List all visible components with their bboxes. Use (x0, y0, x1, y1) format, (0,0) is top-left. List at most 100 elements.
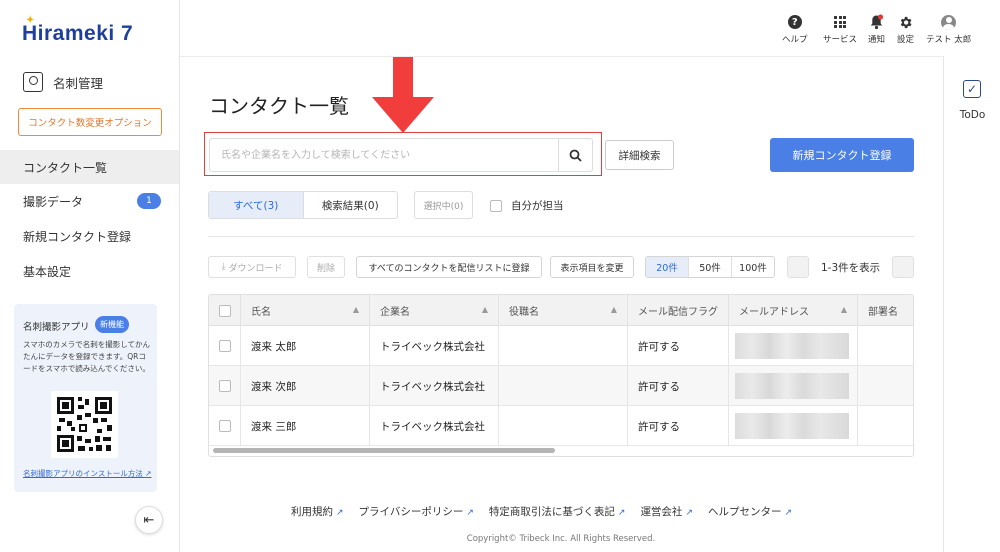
external-link-icon: ↗ (617, 508, 626, 518)
download-label: ダウンロード (228, 263, 283, 274)
column-header-email[interactable]: メールアドレス ▲ (729, 295, 858, 326)
new-contact-button[interactable]: 新規コンタクト登録 (770, 138, 914, 172)
advanced-search-button[interactable]: 詳細検索 (605, 140, 674, 170)
header-settings-label: 設定 (897, 35, 915, 45)
sort-up-icon: ▲ (840, 305, 847, 314)
sidebar-item-label: 撮影データ (23, 194, 84, 209)
search-field[interactable] (209, 138, 593, 172)
cell-department (858, 366, 913, 406)
external-link-icon: ↗ (336, 508, 344, 518)
section-divider (208, 236, 914, 237)
prev-page-button[interactable] (787, 256, 809, 278)
per-page-100[interactable]: 100件 (732, 257, 774, 277)
header-notifications-label: 通知 (868, 35, 886, 45)
delete-button[interactable]: 削除 (307, 256, 345, 278)
per-page-20[interactable]: 20件 (646, 257, 689, 277)
external-link-icon: ↗ (466, 508, 474, 518)
redacted-email (735, 373, 849, 399)
column-header-name[interactable]: 氏名 ▲ (241, 295, 370, 326)
header-services-label: サービス (823, 35, 858, 45)
column-header-title[interactable]: 役職名 ▲ (499, 295, 628, 326)
mine-filter[interactable]: 自分が担当 (490, 198, 564, 213)
cell-title (499, 326, 628, 366)
todo-label: ToDo (959, 109, 986, 121)
logo-spark-icon: ✦ (26, 15, 35, 26)
footer-link-label: 運営会社 (640, 506, 683, 518)
cell-name[interactable]: 渡来 次郎 (241, 366, 370, 406)
sidebar-item-photo-data[interactable]: 撮影データ 1 (0, 184, 179, 218)
horizontal-scrollbar[interactable] (213, 448, 555, 453)
user-icon (941, 14, 957, 30)
tab-search-results[interactable]: 検索結果(0) (302, 192, 398, 218)
cell-company: トライベック株式会社 (370, 366, 499, 406)
app-promo-description: スマホのカメラで名刺を撮影してかんたんにデータを登録できます。QRコードをスマホ… (23, 340, 151, 373)
header-services[interactable]: サービス (823, 14, 857, 45)
tab-all[interactable]: すべて(3) (209, 192, 303, 218)
page-title: コンタクト一覧 (209, 94, 349, 118)
brand-logo[interactable]: ✦ Hirameki 7 (22, 15, 134, 46)
business-card-icon (23, 72, 43, 92)
down-arrow-icon (372, 57, 434, 133)
table-row[interactable]: 渡来 太郎 トライベック株式会社 許可する (209, 326, 913, 366)
column-header-company[interactable]: 企業名 ▲ (370, 295, 499, 326)
row-checkbox[interactable] (219, 380, 231, 392)
search-button[interactable] (558, 139, 592, 171)
sidebar-item-new-contact[interactable]: 新規コンタクト登録 (0, 219, 179, 253)
sidebar-item-settings[interactable]: 基本設定 (0, 254, 179, 288)
section-title-label: 名刺管理 (53, 75, 104, 91)
column-header-label: メールアドレス (739, 307, 809, 318)
help-icon: ? (787, 15, 802, 29)
cell-name[interactable]: 渡来 太郎 (241, 326, 370, 366)
sidebar-item-label: 新規コンタクト登録 (23, 229, 132, 244)
app-promo-title: 名刺撮影アプリ (23, 322, 90, 333)
row-checkbox[interactable] (219, 420, 231, 432)
table-row[interactable]: 渡来 三郎 トライベック株式会社 許可する (209, 406, 913, 446)
gear-icon (898, 14, 913, 30)
sidebar: ✦ Hirameki 7 名刺管理 コンタクト数変更オプション コンタクト一覧 … (0, 0, 180, 552)
contact-option-button[interactable]: コンタクト数変更オプション (18, 108, 162, 136)
row-checkbox[interactable] (219, 340, 231, 352)
app-install-link-label: 名刺撮影アプリのインストール方法 (23, 469, 143, 478)
column-header-department[interactable]: 部署名 (858, 295, 913, 326)
per-page-50[interactable]: 50件 (689, 257, 732, 277)
footer-link-privacy[interactable]: プライバシーポリシー ↗ (359, 504, 474, 519)
header-settings[interactable]: 設定 (897, 14, 914, 45)
app-install-link[interactable]: 名刺撮影アプリのインストール方法 ↗ (23, 468, 152, 479)
footer-link-label: 特定商取引法に基づく表記 (488, 506, 615, 518)
register-all-button[interactable]: すべてのコンタクトを配信リストに登録 (356, 256, 542, 278)
footer-link-company[interactable]: 運営会社 ↗ (640, 504, 693, 519)
mine-checkbox[interactable] (490, 199, 502, 212)
collapse-arrow-icon: ⇤ (143, 512, 155, 528)
footer-link-commerce-law[interactable]: 特定商取引法に基づく表記 ↗ (489, 504, 626, 519)
footer-link-terms[interactable]: 利用規約 ↗ (291, 504, 344, 519)
cell-name[interactable]: 渡来 三郎 (241, 406, 370, 446)
external-link-icon: ↗ (685, 508, 693, 518)
selected-button[interactable]: 選択中(0) (414, 191, 473, 219)
sidebar-item-contacts[interactable]: コンタクト一覧 (0, 150, 179, 184)
collapse-sidebar-button[interactable]: ⇤ (135, 506, 163, 534)
column-header-mail-flag[interactable]: メール配信フラグ (628, 295, 729, 326)
next-page-button[interactable] (892, 256, 914, 278)
todo-checkbox-icon: ✓ (963, 80, 981, 98)
column-header-label: 役職名 (509, 307, 539, 318)
search-input[interactable] (210, 139, 560, 171)
page-info: 1-3件を表示 (821, 262, 881, 274)
header-user[interactable]: テスト 太郎 (926, 14, 971, 45)
header-notifications[interactable]: 通知 (868, 14, 885, 45)
cell-department (858, 406, 913, 446)
todo-panel[interactable]: ✓ ToDo (943, 56, 1000, 552)
grid-icon (834, 16, 846, 28)
footer-link-help-center[interactable]: ヘルプセンター ↗ (708, 504, 792, 519)
logo-text: Hirameki 7 (22, 22, 134, 45)
select-all-checkbox[interactable] (219, 304, 231, 317)
search-icon (569, 149, 582, 162)
sort-up-icon: ▲ (610, 305, 617, 314)
mine-checkbox-label: 自分が担当 (511, 200, 564, 212)
download-button[interactable]: ⤓ ダウンロード (208, 256, 296, 278)
change-columns-button[interactable]: 表示項目を変更 (550, 256, 634, 278)
sort-up-icon: ▲ (352, 305, 359, 314)
header-help[interactable]: ? ヘルプ (782, 14, 808, 45)
external-link-icon: ↗ (145, 469, 152, 478)
cell-mail-flag: 許可する (628, 366, 729, 406)
table-row[interactable]: 渡来 次郎 トライベック株式会社 許可する (209, 366, 913, 406)
